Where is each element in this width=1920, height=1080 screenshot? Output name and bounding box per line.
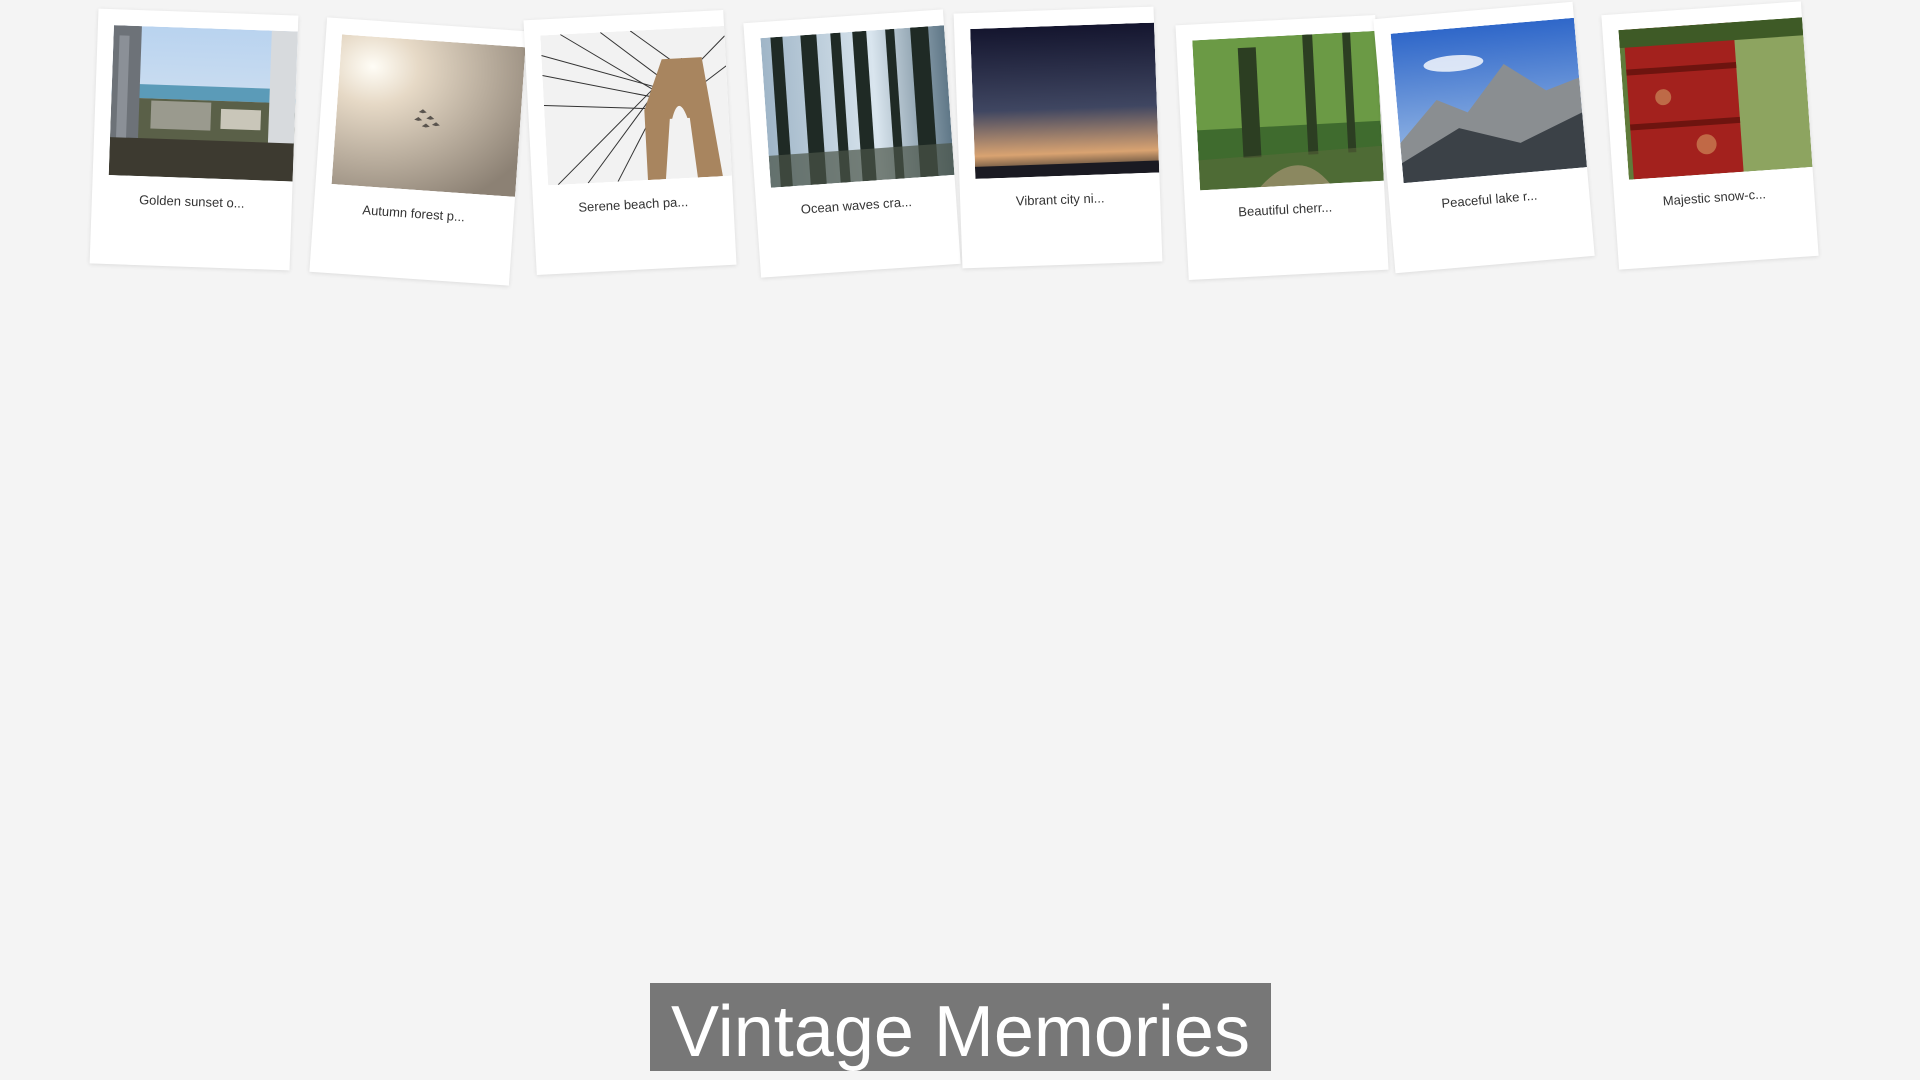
forest-path-photo bbox=[1192, 30, 1384, 191]
polaroid-card[interactable]: Ocean waves cra... bbox=[743, 9, 961, 278]
page-title: Vintage Memories bbox=[671, 992, 1250, 1072]
polaroid-card[interactable]: Majestic snow-c... bbox=[1601, 1, 1819, 270]
mountain-photo bbox=[1390, 17, 1587, 184]
red-barrel-photo bbox=[1618, 17, 1813, 180]
photo-caption: Ocean waves cra... bbox=[800, 193, 913, 217]
hazy-sky-photo bbox=[331, 34, 526, 197]
polaroid-card[interactable]: Serene beach pa... bbox=[523, 9, 737, 276]
tall-forest-photo bbox=[760, 25, 955, 188]
photo-caption: Peaceful lake r... bbox=[1440, 187, 1538, 211]
photo-caption: Majestic snow-c... bbox=[1662, 186, 1767, 209]
city-seaview-photo bbox=[108, 25, 298, 182]
polaroid-card[interactable]: Golden sunset o... bbox=[89, 8, 299, 271]
photo-caption: Vibrant city ni... bbox=[1015, 190, 1105, 209]
polaroid-card[interactable]: Vibrant city ni... bbox=[953, 6, 1163, 269]
bridge-cables-photo bbox=[540, 25, 732, 186]
polaroid-card[interactable]: Autumn forest p... bbox=[309, 17, 527, 286]
polaroid-card[interactable]: Peaceful lake r... bbox=[1373, 1, 1595, 274]
dusk-horizon-photo bbox=[970, 22, 1160, 179]
gallery-title-banner: Vintage Memories bbox=[650, 983, 1271, 1071]
polaroid-card[interactable]: Beautiful cherr... bbox=[1175, 14, 1389, 281]
polaroid-gallery: Golden sunset o... Autumn forest p... Se… bbox=[0, 0, 1920, 300]
photo-caption: Beautiful cherr... bbox=[1237, 199, 1333, 220]
photo-caption: Serene beach pa... bbox=[577, 194, 689, 215]
photo-caption: Golden sunset o... bbox=[138, 192, 245, 211]
photo-caption: Autumn forest p... bbox=[361, 202, 466, 225]
